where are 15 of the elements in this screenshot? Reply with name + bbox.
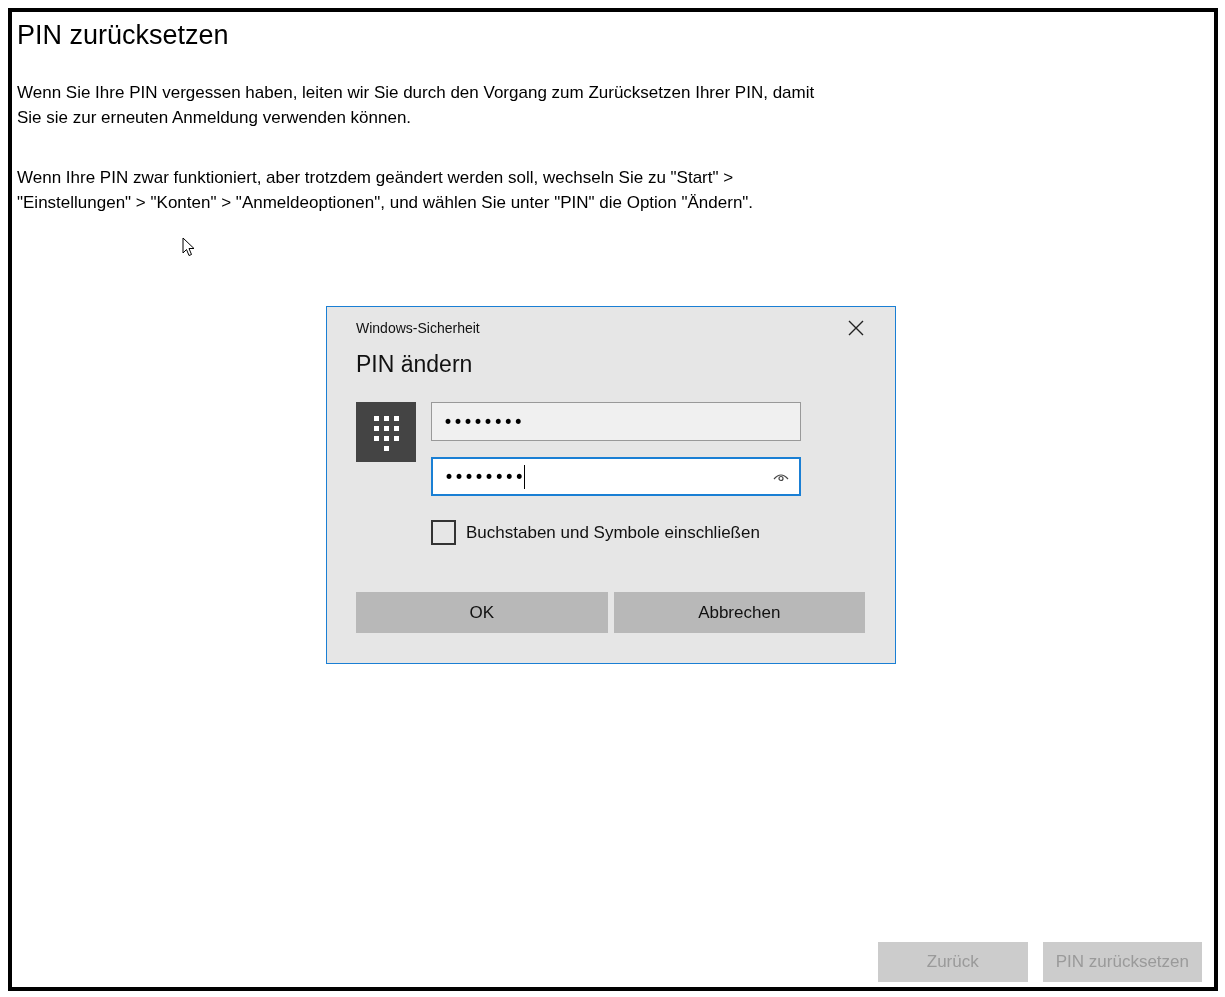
checkbox-label: Buchstaben und Symbole einschließen [466, 522, 760, 543]
checkbox[interactable] [431, 520, 456, 545]
page-title: PIN zurücksetzen [17, 19, 230, 52]
pin-field[interactable]: •••••••• [431, 402, 801, 441]
dialog-button[interactable]: Abbrechen [613, 592, 865, 633]
pin-field[interactable]: •••••••• [431, 457, 801, 496]
info-paragraph: Wenn Sie Ihre PIN vergessen haben, leiten wir Sie durch den Vorgang zum Zurücksetzen Ihrer PIN, damit Sie sie zur erneuten Anmeldung verwenden können. [17, 82, 816, 129]
keypad-icon [356, 402, 416, 462]
info-paragraph: Wenn Ihre PIN zwar funktioniert, aber trotzdem geändert werden soll, wechseln Sie zu "Start" > "Einstellungen" > "Konten" > "Anmeldeoptionen", und wählen Sie unter "PIN" die Option "Ändern". [17, 167, 755, 214]
dialog-caption: Windows-Sicherheit [356, 320, 480, 336]
eye-icon[interactable] [773, 471, 789, 482]
dialog-heading: PIN ändern [356, 351, 474, 378]
close-button[interactable] [847, 319, 865, 337]
dialog-button[interactable]: OK [356, 592, 608, 633]
mouse-pointer-icon [182, 237, 195, 257]
